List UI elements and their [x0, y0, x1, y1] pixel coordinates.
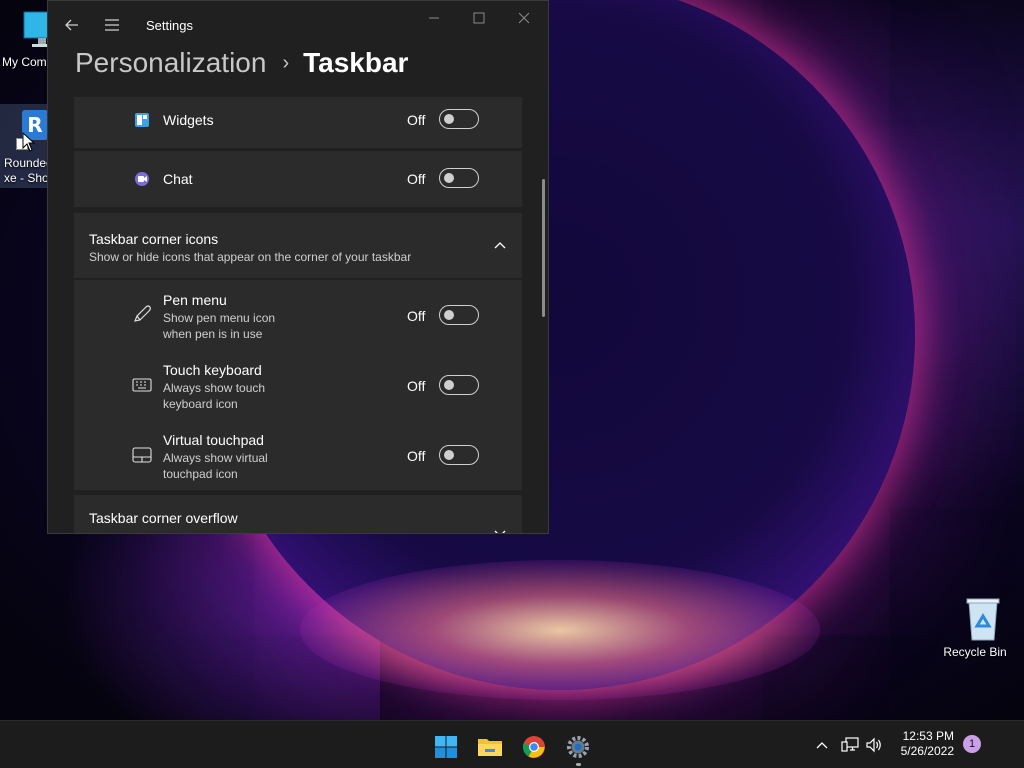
section-subtitle: Show or hide icons that appear on the co… — [89, 250, 412, 264]
page-title: Taskbar — [303, 47, 409, 78]
pen-menu-toggle[interactable] — [439, 305, 479, 325]
chrome-button[interactable] — [516, 729, 552, 765]
widgets-toggle[interactable] — [439, 109, 479, 129]
setting-description-line1: Always show touch — [163, 381, 266, 395]
setting-row-chat[interactable]: Chat Off — [74, 151, 522, 207]
setting-title: Virtual touchpad — [163, 432, 264, 448]
setting-title: Chat — [163, 171, 193, 187]
settings-icon — [567, 736, 589, 758]
nav-menu-button[interactable] — [100, 13, 124, 37]
taskbar-clock[interactable]: 12:53 PM 5/26/2022 — [882, 729, 954, 759]
setting-description-line2: keyboard icon — [163, 397, 238, 411]
touch-keyboard-toggle[interactable] — [439, 375, 479, 395]
start-button[interactable] — [428, 729, 464, 765]
setting-row-virtual-touchpad[interactable]: Virtual touchpad Always show virtual tou… — [74, 420, 522, 490]
section-taskbar-corner-overflow[interactable]: Taskbar corner overflow — [74, 495, 522, 534]
close-button[interactable] — [504, 7, 544, 29]
setting-description-line2: touchpad icon — [163, 467, 238, 481]
taskbar: 12:53 PM 5/26/2022 — [0, 720, 1024, 768]
hamburger-icon — [105, 19, 119, 31]
pen-icon — [132, 304, 152, 324]
network-button[interactable] — [839, 734, 861, 756]
file-explorer-icon — [478, 739, 502, 756]
setting-description-line1: Show pen menu icon — [163, 311, 276, 325]
recycle-bin-icon — [966, 598, 999, 641]
setting-row-touch-keyboard[interactable]: Touch keyboard Always show touch keyboar… — [74, 350, 522, 420]
clock-date: 5/26/2022 — [900, 744, 954, 758]
desktop-icon-label: Recycle Bin — [943, 645, 1007, 659]
chrome-icon — [522, 736, 545, 758]
network-icon — [841, 737, 859, 752]
breadcrumb-parent[interactable]: Personalization — [75, 47, 266, 79]
minimize-icon — [429, 17, 439, 19]
keyboard-icon — [132, 375, 152, 395]
widgets-icon — [132, 110, 152, 130]
toggle-state-label: Off — [407, 171, 426, 187]
start-icon — [435, 736, 457, 758]
maximize-button[interactable] — [459, 7, 499, 29]
chat-toggle[interactable] — [439, 168, 479, 188]
section-taskbar-corner-icons[interactable]: Taskbar corner icons Show or hide icons … — [74, 213, 522, 278]
clock-time: 12:53 PM — [902, 729, 954, 743]
desktop-icon-recycle-bin[interactable]: Recycle Bin — [940, 596, 1010, 659]
setting-title: Touch keyboard — [163, 362, 262, 378]
section-title: Taskbar corner icons — [89, 231, 219, 247]
setting-title: Pen menu — [163, 292, 227, 308]
desktop-icon-rounded-shortcut[interactable]: R Roundec xe - Sho — [0, 104, 53, 188]
touchpad-icon — [132, 445, 152, 465]
title-bar: Settings — [48, 1, 548, 49]
chat-icon — [132, 169, 152, 189]
volume-icon — [866, 737, 881, 753]
scrollbar-thumb[interactable] — [542, 179, 545, 317]
section-title: Taskbar corner overflow — [89, 510, 238, 526]
toggle-state-label: Off — [407, 448, 426, 464]
toggle-state-label: Off — [407, 378, 426, 394]
setting-row-pen-menu[interactable]: Pen menu Show pen menu icon when pen is … — [74, 280, 522, 350]
settings-window: Settings Personalization › Taskbar Widge… — [47, 0, 549, 534]
show-hidden-icons-button[interactable] — [811, 734, 833, 756]
desktop-icon-label-line1: Roundec — [4, 156, 53, 170]
notification-badge[interactable]: 1 — [963, 735, 981, 753]
arrow-left-icon — [65, 19, 78, 31]
settings-content: Widgets Off Chat Off Taskbar corner icon… — [48, 97, 548, 534]
setting-row-widgets[interactable]: Widgets Off — [74, 97, 522, 148]
settings-taskbar-button[interactable] — [560, 729, 596, 766]
file-explorer-button[interactable] — [472, 729, 508, 765]
active-app-indicator — [576, 763, 581, 766]
toggle-state-label: Off — [407, 308, 426, 324]
breadcrumb: Personalization › Taskbar — [75, 47, 408, 79]
setting-description-line2: when pen is in use — [163, 327, 263, 341]
back-button[interactable] — [60, 13, 84, 37]
breadcrumb-separator: › — [282, 51, 290, 74]
close-icon — [518, 12, 530, 24]
toggle-state-label: Off — [407, 112, 426, 128]
maximize-icon — [473, 12, 485, 24]
setting-description-line1: Always show virtual — [163, 451, 268, 465]
desktop-icon-label-line2: xe - Sho — [4, 171, 49, 185]
chevron-up-icon[interactable] — [492, 237, 508, 253]
chevron-up-icon — [816, 742, 828, 749]
virtual-touchpad-toggle[interactable] — [439, 445, 479, 465]
app-title: Settings — [146, 18, 193, 33]
mouse-cursor-icon — [22, 132, 36, 152]
minimize-button[interactable] — [414, 7, 454, 29]
chevron-down-icon[interactable] — [492, 525, 508, 534]
setting-title: Widgets — [163, 112, 214, 128]
